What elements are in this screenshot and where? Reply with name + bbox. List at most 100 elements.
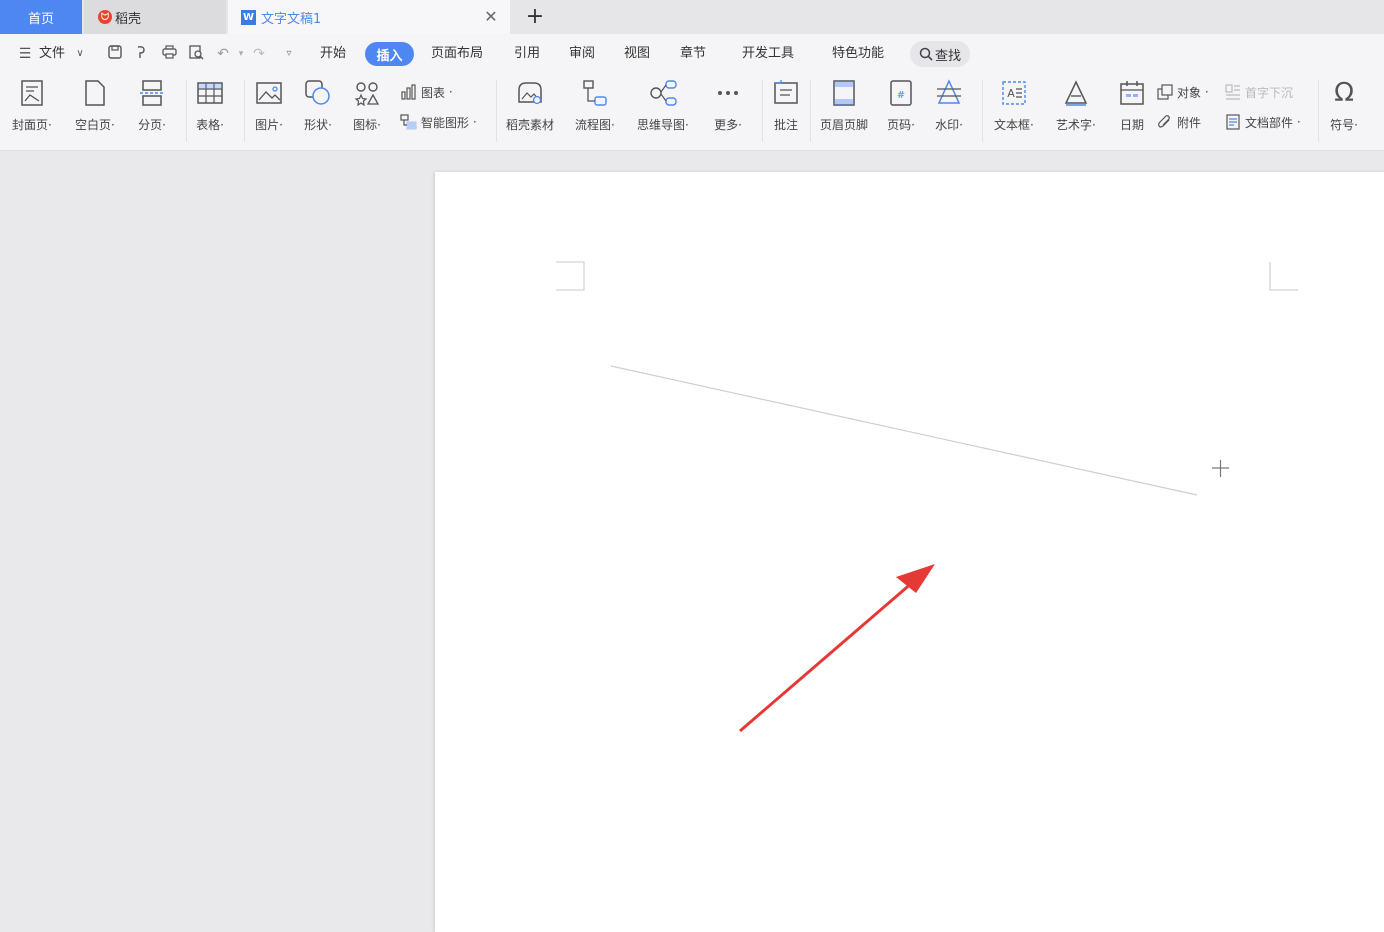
tab-review[interactable]: 审阅	[569, 44, 595, 64]
daoke-material-button[interactable]: 稻壳素材	[506, 78, 554, 138]
shape-button[interactable]: 形状·	[303, 78, 333, 138]
search-button[interactable]: 查找	[910, 41, 970, 67]
object-button[interactable]: 对象 ·	[1156, 82, 1209, 102]
search-icon	[919, 47, 933, 61]
document-page[interactable]	[435, 172, 1384, 932]
ribbon-divider	[810, 80, 811, 142]
chart-label: 图表	[421, 85, 446, 100]
cover-page-button[interactable]: 封面页·	[12, 78, 52, 138]
search-label: 查找	[934, 48, 961, 64]
blank-page-icon	[80, 78, 110, 108]
print-icon[interactable]	[160, 45, 178, 63]
insert-ribbon: 封面页· 空白页· 分页· 表格· 图片· 形状· 图标· 图表 · 智能图形 …	[0, 74, 1384, 151]
tab-insert[interactable]: 插入	[365, 42, 414, 66]
format-painter-icon[interactable]	[133, 45, 151, 63]
watermark-label: 水印	[935, 118, 960, 132]
text-box-button[interactable]: A 文本框·	[994, 78, 1034, 138]
tab-view[interactable]: 视图	[624, 44, 650, 64]
equation-icon	[1376, 78, 1384, 108]
new-tab-button[interactable]: +	[522, 4, 548, 30]
tab-developer[interactable]: 开发工具	[742, 44, 794, 64]
ribbon-divider	[762, 80, 763, 142]
page-number-button[interactable]: # 页码·	[886, 78, 916, 138]
undo-icon[interactable]: ↶	[214, 45, 232, 63]
mind-map-button[interactable]: 思维导图·	[637, 78, 689, 138]
drop-cap-icon	[1224, 83, 1242, 101]
table-button[interactable]: 表格·	[195, 78, 225, 138]
doc-parts-button[interactable]: 文档部件 ·	[1224, 112, 1301, 132]
date-label: 日期	[1119, 118, 1144, 132]
watermark-button[interactable]: 水印·	[934, 78, 964, 138]
shape-label: 形状	[304, 118, 329, 132]
omega-icon: Ω	[1334, 78, 1354, 108]
table-label: 表格	[196, 118, 221, 132]
hamburger-menu-icon[interactable]: ☰	[16, 45, 34, 63]
tab-document[interactable]: W 文字文稿1 ✕	[228, 0, 510, 34]
tab-home[interactable]: 首页	[0, 0, 82, 34]
blank-page-label: 空白页	[75, 118, 112, 132]
crosshair-cursor-icon	[1212, 460, 1229, 477]
smart-art-label: 智能图形	[421, 115, 470, 130]
header-footer-icon	[829, 78, 859, 108]
object-icon	[1156, 83, 1174, 101]
save-icon[interactable]	[106, 45, 124, 63]
symbol-button[interactable]: Ω 符号·	[1329, 78, 1359, 138]
page-number-label: 页码	[887, 118, 912, 132]
customize-toolbar-icon[interactable]: ▿	[280, 45, 298, 63]
more-button[interactable]: 更多·	[713, 78, 743, 138]
chevron-down-icon[interactable]: ∨	[71, 45, 89, 63]
file-menu[interactable]: 文件	[39, 44, 65, 64]
picture-icon	[254, 78, 284, 108]
page-number-icon: #	[886, 78, 916, 108]
tab-daoke-label: 稻壳	[115, 11, 142, 27]
icon-button[interactable]: 图标·	[352, 78, 382, 138]
tab-home-label: 首页	[27, 11, 54, 27]
cover-page-label: 封面页	[12, 118, 49, 132]
blank-page-button[interactable]: 空白页·	[75, 78, 115, 138]
mind-map-label: 思维导图	[637, 118, 686, 132]
svg-text:#: #	[897, 90, 905, 101]
drop-cap-button[interactable]: 首字下沉	[1224, 82, 1293, 102]
tab-bar: 首页 ᗢ 稻壳 W 文字文稿1 ✕ +	[0, 0, 1384, 34]
header-footer-label: 页眉页脚	[820, 118, 869, 132]
header-footer-button[interactable]: 页眉页脚	[820, 78, 868, 138]
margin-corner-top-left	[556, 262, 585, 291]
page-break-button[interactable]: 分页·	[137, 78, 167, 138]
redo-icon[interactable]: ↷	[250, 45, 268, 63]
mind-map-icon	[648, 78, 678, 108]
print-preview-icon[interactable]	[187, 45, 205, 63]
doc-parts-label: 文档部件	[1245, 115, 1294, 130]
tab-page-layout[interactable]: 页面布局	[431, 44, 483, 64]
drawn-line-shape	[610, 365, 1198, 496]
comment-button[interactable]: 批注	[771, 78, 801, 138]
ribbon-divider	[1318, 80, 1319, 142]
tab-chapter[interactable]: 章节	[680, 44, 706, 64]
tab-features[interactable]: 特色功能	[832, 44, 884, 64]
picture-button[interactable]: 图片·	[254, 78, 284, 138]
equation-button[interactable]	[1376, 78, 1384, 138]
tab-daoke[interactable]: ᗢ 稻壳	[84, 0, 226, 34]
undo-dropdown-icon[interactable]: ▾	[232, 45, 250, 63]
material-icon	[515, 78, 545, 108]
writer-logo-icon: W	[241, 9, 256, 25]
chart-button[interactable]: 图表 ·	[400, 82, 453, 102]
attachment-button[interactable]: 附件	[1156, 112, 1201, 132]
flowchart-button[interactable]: 流程图·	[575, 78, 615, 138]
symbol-label: 符号	[1330, 118, 1355, 132]
attachment-label: 附件	[1177, 115, 1202, 130]
ribbon-divider	[496, 80, 497, 142]
close-tab-icon[interactable]: ✕	[482, 8, 500, 26]
smart-art-icon	[400, 113, 418, 131]
date-button[interactable]: 日期	[1117, 78, 1147, 138]
tab-references[interactable]: 引用	[514, 44, 540, 64]
word-art-button[interactable]: 艺术字·	[1056, 78, 1096, 138]
tab-start[interactable]: 开始	[320, 44, 346, 64]
icon-library-icon	[352, 78, 382, 108]
word-art-icon	[1061, 78, 1091, 108]
flowchart-label: 流程图	[575, 118, 612, 132]
doc-parts-icon	[1224, 113, 1242, 131]
calendar-icon	[1117, 78, 1147, 108]
smart-art-button[interactable]: 智能图形 ·	[400, 112, 477, 132]
page-break-label: 分页	[138, 118, 163, 132]
more-icon	[713, 78, 743, 108]
